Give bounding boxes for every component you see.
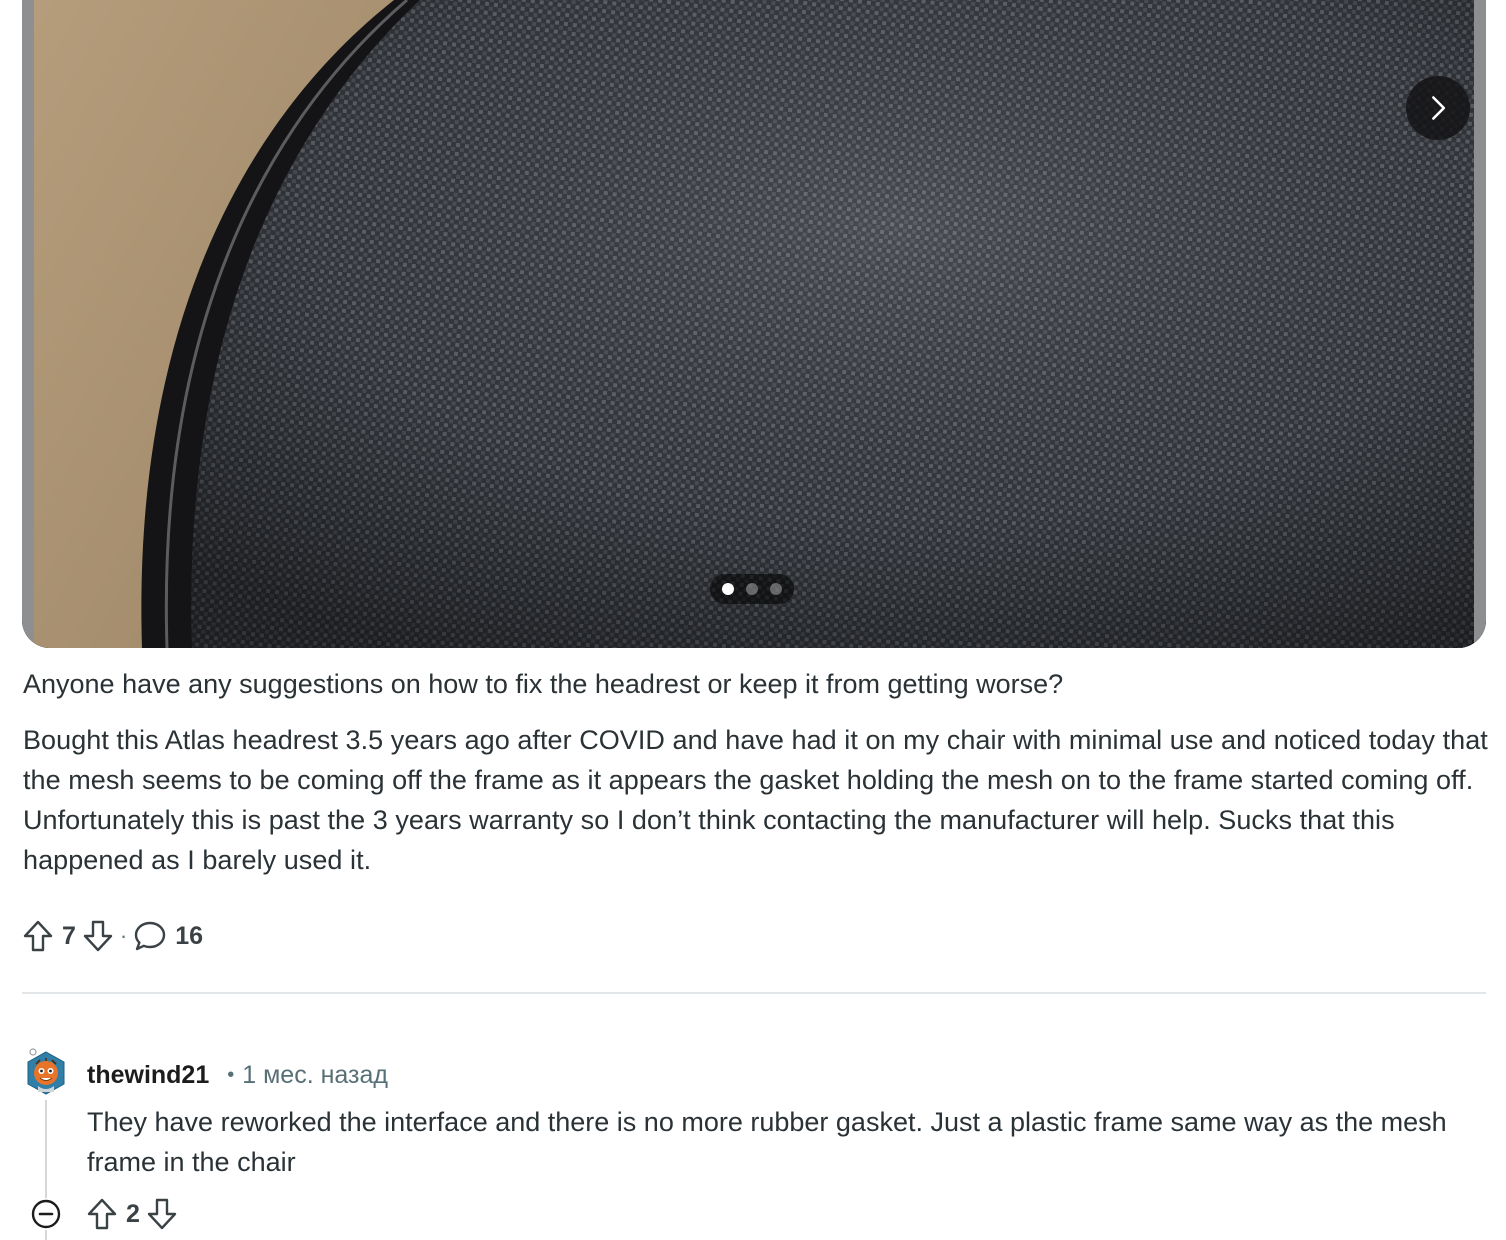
- comment-header: thewind21 • 1 мес. назад: [87, 1058, 388, 1092]
- section-divider: [22, 992, 1486, 994]
- post-title: Anyone have any suggestions on how to fi…: [23, 669, 1064, 699]
- carousel-dot-1[interactable]: [722, 583, 734, 595]
- upvote-button[interactable]: [22, 919, 54, 953]
- arrow-down-icon: [147, 1198, 177, 1230]
- arrow-down-icon: [83, 920, 113, 952]
- comment-thread-line[interactable]: [45, 1100, 47, 1198]
- arrow-up-icon: [23, 920, 53, 952]
- carousel-dot-3[interactable]: [770, 583, 782, 595]
- comment-action-bar: 2: [86, 1196, 178, 1232]
- post-image[interactable]: [22, 0, 1486, 648]
- carousel-pagination: [710, 574, 794, 604]
- comment-count: 16: [175, 921, 204, 950]
- meta-separator-dot: •: [227, 1063, 235, 1086]
- post-body: Bought this Atlas headrest 3.5 years ago…: [23, 725, 1488, 875]
- speech-bubble-icon: [135, 921, 166, 951]
- minus-circle-icon[interactable]: [30, 1198, 62, 1230]
- arrow-up-icon: [87, 1198, 117, 1230]
- comment-username[interactable]: thewind21: [87, 1061, 209, 1090]
- comment-vote-count: 2: [126, 1199, 140, 1228]
- comment-thread-line-lower[interactable]: [45, 1230, 47, 1240]
- avatar-icon[interactable]: [24, 1046, 68, 1098]
- comments-button[interactable]: 16: [133, 919, 203, 953]
- carousel-dot-2[interactable]: [746, 583, 758, 595]
- comment-timestamp[interactable]: 1 мес. назад: [242, 1061, 388, 1090]
- image-carousel[interactable]: [22, 0, 1486, 648]
- carousel-next-button[interactable]: [1406, 76, 1470, 140]
- post-vote-count: 7: [62, 921, 76, 950]
- comment-downvote-button[interactable]: [146, 1197, 178, 1231]
- post-action-bar: 7 · 16: [22, 916, 203, 956]
- downvote-button[interactable]: [82, 919, 114, 953]
- meta-separator: ·: [119, 923, 128, 948]
- chevron-right-icon: [1432, 96, 1446, 120]
- comment-upvote-button[interactable]: [86, 1197, 118, 1231]
- comment-body: They have reworked the interface and the…: [87, 1107, 1447, 1177]
